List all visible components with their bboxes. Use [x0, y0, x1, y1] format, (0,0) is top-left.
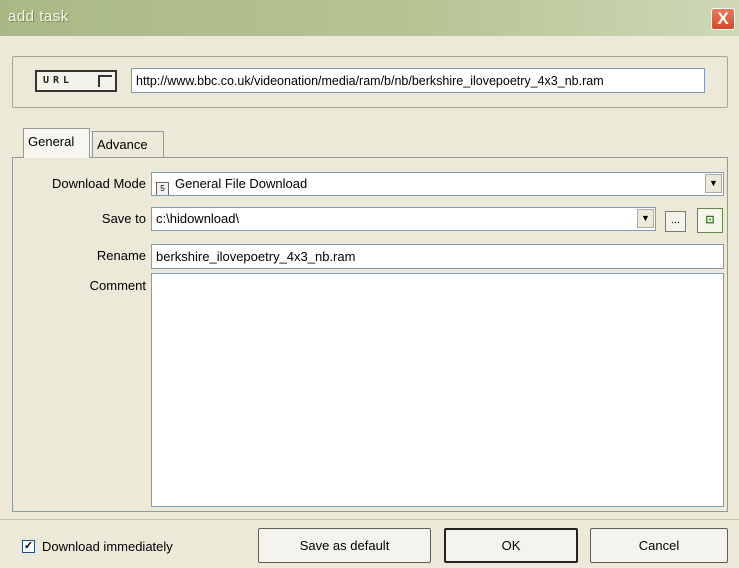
cancel-button[interactable]: Cancel — [590, 528, 728, 563]
url-icon-frame — [98, 75, 112, 87]
ok-label: OK — [501, 538, 521, 553]
download-mode-select[interactable]: 5 General File Download — [151, 172, 724, 196]
cancel-label: Cancel — [638, 538, 680, 553]
save-as-default-button[interactable]: Save as default — [258, 528, 431, 563]
comment-label: Comment — [89, 278, 146, 293]
save-as-default-label: Save as default — [299, 538, 390, 553]
chevron-down-icon[interactable]: ▼ — [705, 174, 722, 193]
browse-label: ... — [670, 214, 681, 226]
download-immediately-checkbox[interactable]: ✓ — [22, 540, 35, 553]
tab-divider — [90, 133, 91, 155]
tab-advance-label: Advance — [97, 137, 148, 152]
comment-textarea[interactable] — [151, 273, 724, 507]
rename-label: Rename — [96, 248, 146, 263]
title-bar[interactable]: add task X — [0, 0, 739, 36]
url-group: URL — [12, 56, 728, 108]
tab-advance[interactable]: Advance — [92, 131, 164, 157]
download-immediately-label: Download immediately — [42, 539, 173, 554]
save-to-label: Save to — [101, 211, 146, 226]
browse-button[interactable]: ... — [665, 211, 686, 232]
close-icon: X — [717, 9, 729, 28]
check-icon: ✓ — [23, 540, 34, 552]
folder-button[interactable]: ⊡ — [697, 208, 723, 233]
ok-button[interactable]: OK — [444, 528, 578, 563]
chevron-down-icon[interactable]: ▼ — [637, 209, 654, 228]
url-icon: URL — [35, 70, 117, 92]
rename-input[interactable] — [151, 244, 724, 269]
download-mode-label: Download Mode — [52, 176, 146, 191]
download-mode-icon: 5 — [156, 182, 169, 195]
folder-icon: ⊡ — [705, 214, 715, 226]
save-to-value: c:\hidownload\ — [156, 211, 240, 226]
close-button[interactable]: X — [711, 8, 735, 30]
tab-general-label: General — [28, 134, 75, 149]
window-title: add task — [8, 8, 69, 25]
footer-divider — [0, 519, 739, 520]
save-to-combo[interactable]: c:\hidownload\ — [151, 207, 656, 231]
tab-general[interactable]: General — [23, 128, 90, 158]
download-mode-value: General File Download — [175, 176, 308, 191]
url-icon-label: URL — [43, 75, 74, 86]
add-task-dialog: add task X URL General Advance Download … — [0, 0, 739, 568]
url-input[interactable] — [131, 68, 705, 93]
